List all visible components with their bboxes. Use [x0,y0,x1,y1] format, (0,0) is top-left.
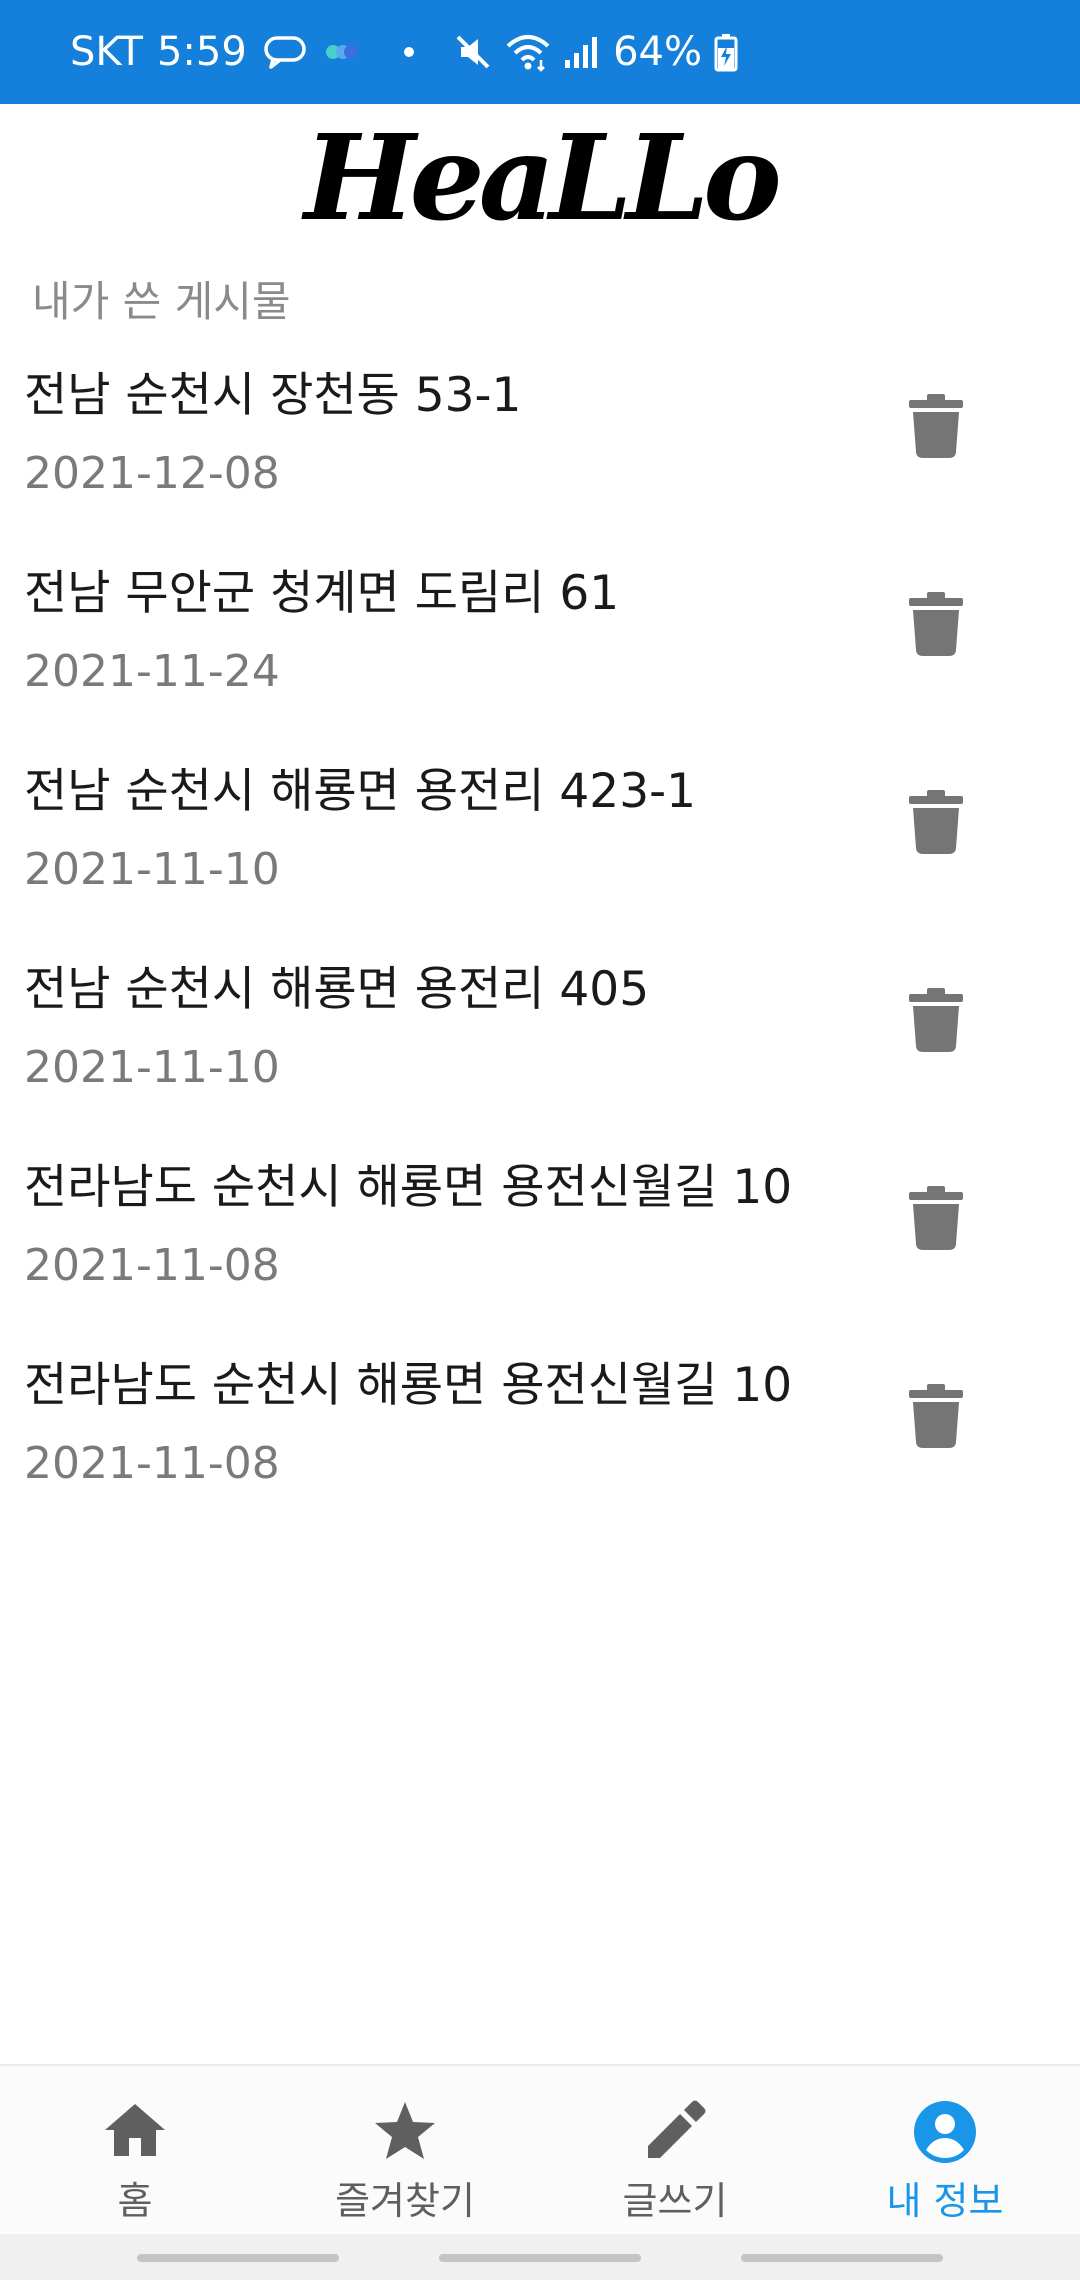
post-list: 전남 순천시 장천동 53-1 2021-12-08 전남 무안군 청계면 도림… [0,340,1080,1528]
pencil-icon [540,2100,810,2164]
trash-icon [909,1384,963,1448]
mute-icon [453,32,493,72]
signal-icon [563,34,599,70]
post-date: 2021-11-10 [24,1042,280,1093]
list-item[interactable]: 전남 순천시 장천동 53-1 2021-12-08 [0,340,1080,538]
list-item[interactable]: 전라남도 순천시 해룡면 용전신월길 10 2021-11-08 [0,1330,1080,1528]
post-title: 전라남도 순천시 해룡면 용전신월길 10 [24,1358,793,1413]
nav-item-favorites[interactable]: 즐겨찾기 [270,2066,540,2236]
status-right: 64% [441,0,738,104]
battery-charging-icon [714,32,738,72]
star-icon [270,2100,540,2164]
wifi-icon [505,32,551,72]
delete-button[interactable] [900,390,972,462]
gesture-bar [0,2234,1080,2280]
nav-item-my-info[interactable]: 내 정보 [810,2066,1080,2236]
list-item[interactable]: 전남 순천시 해룡면 용전리 405 2021-11-10 [0,934,1080,1132]
list-item[interactable]: 전남 순천시 해룡면 용전리 423-1 2021-11-10 [0,736,1080,934]
nav-label: 홈 [117,2179,153,2223]
delete-button[interactable] [900,786,972,858]
post-title: 전라남도 순천시 해룡면 용전신월길 10 [24,1160,793,1215]
post-date: 2021-12-08 [24,448,280,499]
trash-icon [909,592,963,656]
gesture-pill[interactable] [741,2254,943,2262]
gesture-pill[interactable] [439,2254,641,2262]
battery-percent: 64% [613,29,702,75]
home-icon [0,2100,270,2164]
chat-bubble-icon [263,35,307,69]
nav-item-write[interactable]: 글쓰기 [540,2066,810,2236]
gesture-pill[interactable] [137,2254,339,2262]
delete-button[interactable] [900,588,972,660]
delete-button[interactable] [900,1182,972,1254]
dot-icon [403,46,415,58]
post-title: 전남 무안군 청계면 도림리 61 [24,566,620,621]
trash-icon [909,988,963,1052]
post-title: 전남 순천시 해룡면 용전리 423-1 [24,764,696,819]
post-date: 2021-11-08 [24,1438,280,1489]
app-dots-icon [325,44,361,60]
list-item[interactable]: 전라남도 순천시 해룡면 용전신월길 10 2021-11-08 [0,1132,1080,1330]
nav-label: 글쓰기 [622,2179,728,2223]
post-date: 2021-11-10 [24,844,280,895]
nav-label: 즐겨찾기 [335,2179,475,2223]
nav-label: 내 정보 [886,2179,1004,2223]
post-title: 전남 순천시 해룡면 용전리 405 [24,962,650,1017]
trash-icon [909,1186,963,1250]
section-title: 내가 쓴 게시물 [32,277,291,326]
list-item[interactable]: 전남 무안군 청계면 도림리 61 2021-11-24 [0,538,1080,736]
nav-item-home[interactable]: 홈 [0,2066,270,2236]
trash-icon [909,790,963,854]
bottom-navigation: 홈 즐겨찾기 글쓰기 내 정보 [0,2064,1080,2234]
app-logo: HeaLLo [304,108,782,247]
delete-button[interactable] [900,1380,972,1452]
trash-icon [909,394,963,458]
delete-button[interactable] [900,984,972,1056]
status-bar: SKT 5:59 64% [0,0,1080,104]
app-screen: SKT 5:59 64% HeaLLo 내가 쓴 게시물 전남 순천시 장천동 … [0,0,1080,2280]
carrier-label: SKT [70,29,143,75]
clock: 5:59 [156,29,247,75]
post-date: 2021-11-08 [24,1240,280,1291]
post-title: 전남 순천시 장천동 53-1 [24,368,522,423]
post-date: 2021-11-24 [24,646,280,697]
account-circle-icon [810,2100,1080,2164]
status-left: SKT 5:59 [70,0,415,104]
